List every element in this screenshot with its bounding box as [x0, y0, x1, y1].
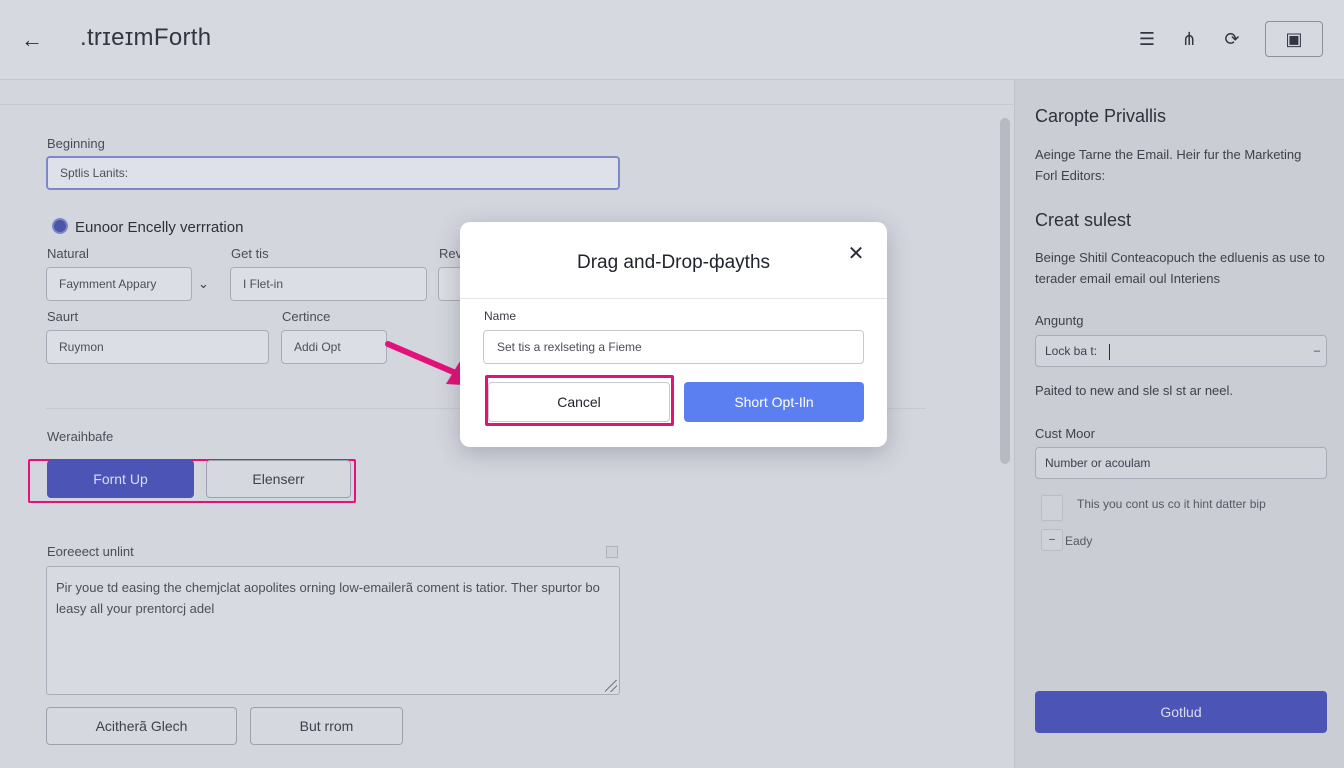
app-title: .trɪeɪmForth [80, 24, 212, 51]
natural-select[interactable]: Faymment Appary [46, 267, 192, 301]
beginning-label: Beginning [47, 136, 105, 151]
variable-label: Weraihbafe [47, 429, 114, 444]
start-label: Saurt [47, 309, 79, 324]
cancel-highlight-box [485, 375, 674, 426]
text-cursor [1109, 343, 1111, 360]
secondary-button[interactable]: Elenserr [206, 460, 351, 498]
side-subtitle-text: Beinge Shitil Conteacopuch the edluenis … [1035, 250, 1325, 286]
top-bar: ← .trɪeɪmForth ☰ ⋔ ⟳ ▣ [0, 0, 1344, 80]
right-panel: Caropte Privallis Aeinge Tarne the Email… [1014, 80, 1344, 768]
dropdown-caret-icon[interactable]: – [1314, 336, 1320, 366]
check2-label: Eady [1065, 534, 1093, 548]
divider [0, 104, 1013, 105]
rev-label: Rev [439, 246, 463, 261]
natural-label: Natural [47, 246, 89, 261]
modal-divider [460, 298, 887, 299]
name-label: Name [484, 309, 517, 323]
field1-label: Anguntg [1035, 313, 1084, 328]
flowchart-icon[interactable]: ⋔ [1175, 26, 1203, 52]
refresh-icon[interactable]: ⟳ [1218, 26, 1246, 52]
close-icon[interactable]: ✕ [844, 242, 868, 266]
start-input[interactable]: Ruymon [46, 330, 269, 364]
side-description: Aeinge Tarne the Email. Heir fur the Mar… [1035, 147, 1302, 183]
excerpt-textarea[interactable]: Pir youe td easing the chemjclat aopolit… [46, 566, 620, 695]
chevron-down-icon[interactable]: ⌄ [198, 276, 209, 292]
field1-input[interactable]: Lock ba t: – [1035, 335, 1327, 367]
getting-label: Get tis [231, 246, 269, 261]
bottom-right-button[interactable]: But rrom [250, 707, 403, 745]
side-subtitle: Creat sulest [1035, 210, 1132, 230]
option-checkbox[interactable] [1041, 495, 1063, 521]
getting-input[interactable]: I Flet-in [230, 267, 427, 301]
modal-title: Drag and-Drop-фayths [576, 252, 771, 273]
field1-value: Lock ba t: [1045, 344, 1098, 358]
info-text: Paited to new and sle sl st ar neel. [1035, 383, 1234, 398]
scrollbar[interactable] [1000, 118, 1010, 464]
radio-dot-icon[interactable] [52, 218, 68, 234]
primary-button[interactable]: Fornt Up [47, 460, 194, 498]
excerpt-checkbox[interactable] [606, 546, 618, 558]
action-button[interactable]: Gotlud [1035, 691, 1327, 733]
save-icon[interactable]: ▣ [1265, 21, 1323, 57]
excerpt-label: Eoreeect unlint [47, 544, 134, 559]
certince-input[interactable]: Addi Opt [281, 330, 387, 364]
short-opt-in-button[interactable]: Short Opt-Iln [684, 382, 864, 422]
field2-label: Cust Moor [1035, 426, 1095, 441]
bottom-left-button[interactable]: Acitherã Glech [46, 707, 237, 745]
resize-handle-icon[interactable] [605, 680, 617, 692]
check1-label: This you cont us co it hint datter bip [1077, 497, 1266, 511]
list-icon[interactable]: ☰ [1133, 26, 1161, 52]
certince-label: Certince [282, 309, 331, 324]
side-title: Caropte Privallis [1035, 106, 1167, 126]
dropdown-caret-icon[interactable]: – [1041, 529, 1063, 551]
beginning-input[interactable]: Sptlis Lanits: [46, 156, 620, 190]
name-input[interactable]: Set tis a rexlseting a Fieme [483, 330, 864, 364]
section-title: Eunoor Encelly verrration [75, 219, 244, 236]
field2-input[interactable]: Number or acoulam [1035, 447, 1327, 479]
arrow-left-icon[interactable]: ← [18, 26, 46, 54]
excerpt-text: Pir youe td easing the chemjclat aopolit… [56, 580, 600, 616]
